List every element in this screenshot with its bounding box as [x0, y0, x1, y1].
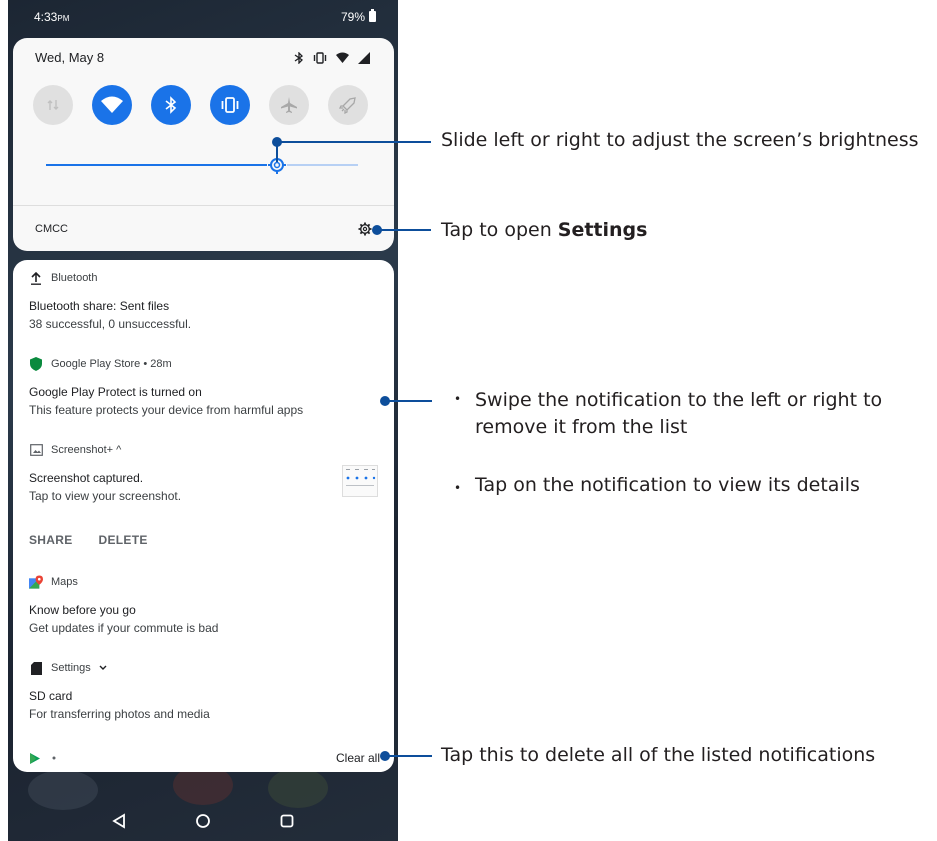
notification-text: 38 successful, 0 unsuccessful.	[29, 317, 192, 331]
footer-app-icons	[29, 752, 56, 764]
brightness-track-filled	[46, 164, 267, 166]
callout-line	[388, 755, 432, 757]
notification-text: For transferring photos and media	[29, 707, 210, 721]
carrier-name: CMCC	[35, 222, 68, 235]
upload-icon	[29, 271, 43, 285]
callout-line	[281, 141, 431, 143]
callout-line	[380, 229, 431, 231]
notification-title: Bluetooth share: Sent files	[29, 299, 170, 313]
recents-icon[interactable]	[280, 814, 294, 828]
notification-text: Tap to view your screenshot.	[29, 489, 182, 503]
notification-bluetooth[interactable]: Bluetooth Bluetooth share: Sent files 38…	[29, 269, 380, 331]
notification-app-name: Screenshot+ ^	[51, 444, 122, 456]
notification-play-store[interactable]: Google Play Store • 28m Google Play Prot…	[29, 355, 380, 417]
play-store-icon	[30, 752, 40, 764]
wifi-icon	[101, 96, 123, 113]
notification-title: Screenshot captured.	[29, 471, 144, 485]
callout-settings: Tap to open Settings	[441, 219, 648, 241]
quick-settings-panel: Wed, May 8 CMCC	[13, 38, 394, 251]
tile-bluetooth[interactable]	[151, 85, 191, 125]
brightness-track-empty	[287, 164, 358, 166]
tile-mobile-data[interactable]	[33, 85, 73, 125]
tile-vibrate[interactable]	[210, 85, 250, 125]
maps-icon	[29, 575, 43, 589]
clear-all-button[interactable]: Clear all	[336, 751, 380, 765]
vibrate-status-icon	[313, 51, 327, 64]
delete-button[interactable]: DELETE	[99, 533, 148, 547]
wifi-status-icon	[336, 52, 349, 63]
notification-title: SD card	[29, 689, 73, 703]
bullet-icon: •	[454, 481, 462, 495]
callout-tap: Tap on the notification to view its deta…	[475, 474, 860, 496]
battery-indicator: 79%	[341, 9, 376, 24]
sd-card-icon	[29, 661, 43, 675]
scroll-fade	[13, 722, 394, 740]
back-icon[interactable]	[112, 812, 126, 829]
bullet-icon: •	[454, 392, 462, 406]
notification-text: Get updates if your commute is bad	[29, 621, 219, 635]
qs-tiles	[33, 85, 368, 125]
chevron-down-icon[interactable]	[99, 662, 107, 674]
notification-app-name: Maps	[51, 576, 78, 588]
notification-maps[interactable]: Maps Know before you go Get updates if y…	[29, 573, 380, 635]
notification-screenshot[interactable]: Screenshot+ ^ Screenshot captured. Tap t…	[29, 441, 380, 547]
navigation-bar	[8, 800, 398, 841]
tile-game-genie[interactable]	[328, 85, 368, 125]
phone-screen: 4:33PM 79% Wed, May 8 CMCC Bluetooth Blu…	[8, 0, 398, 841]
image-icon	[29, 443, 43, 457]
screenshot-thumbnail[interactable]	[342, 465, 378, 497]
home-icon[interactable]	[195, 813, 211, 829]
notification-footer: Clear all	[13, 744, 394, 772]
settings-gear-icon[interactable]	[358, 222, 372, 236]
qs-date: Wed, May 8	[35, 50, 105, 65]
dot-icon	[52, 756, 56, 760]
status-time: 4:33PM	[34, 10, 70, 24]
bluetooth-status-icon	[294, 51, 304, 64]
callout-brightness: Slide left or right to adjust the screen…	[441, 129, 919, 151]
notification-app-name: Bluetooth	[51, 272, 98, 284]
bluetooth-icon	[165, 96, 177, 114]
notification-title: Google Play Protect is turned on	[29, 385, 202, 399]
notification-text: This feature protects your device from h…	[29, 403, 304, 417]
tile-airplane-mode[interactable]	[269, 85, 309, 125]
share-button[interactable]: SHARE	[29, 533, 73, 547]
callout-clear: Tap this to delete all of the listed not…	[441, 744, 876, 766]
brightness-slider[interactable]	[46, 155, 358, 175]
callout-swipe: Swipe the notification to the left or ri…	[475, 389, 883, 438]
signal-status-icon	[358, 51, 370, 64]
shield-icon	[29, 357, 43, 371]
mobile-data-icon	[47, 100, 59, 110]
notification-app-name: Settings	[51, 662, 91, 674]
airplane-icon	[281, 97, 297, 113]
notification-settings[interactable]: Settings SD card For transferring photos…	[29, 659, 380, 721]
notification-title: Know before you go	[29, 603, 136, 617]
notification-app-name: Google Play Store • 28m	[51, 358, 172, 370]
battery-icon	[369, 9, 376, 22]
callout-line	[388, 400, 432, 402]
status-bar: 4:33PM 79%	[8, 0, 398, 34]
notification-list: Bluetooth Bluetooth share: Sent files 38…	[13, 260, 394, 772]
vibrate-icon	[221, 97, 239, 113]
tile-wifi[interactable]	[92, 85, 132, 125]
rocket-icon	[339, 97, 356, 114]
qs-status-icons	[294, 51, 370, 64]
